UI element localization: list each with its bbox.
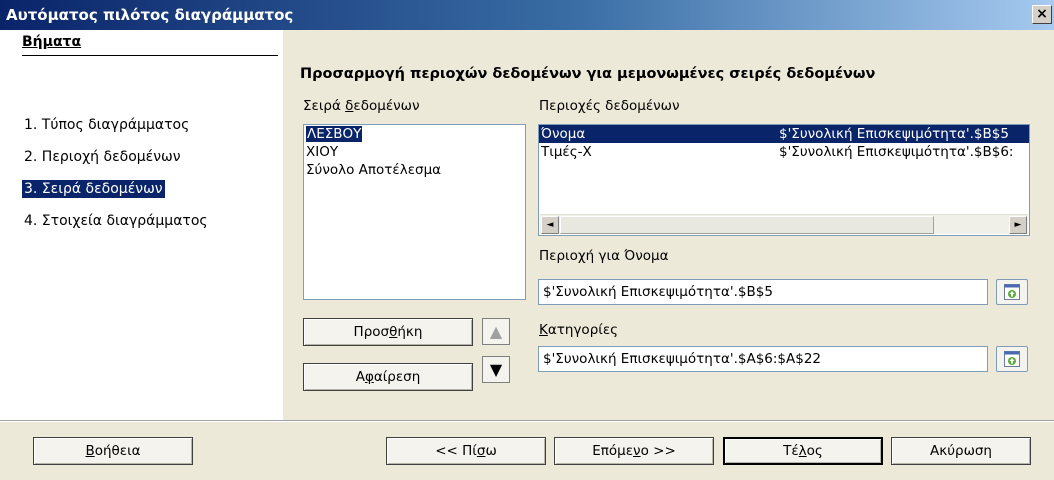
back-button[interactable]: << Πίσω bbox=[386, 437, 546, 465]
shrink-range-icon bbox=[1004, 351, 1020, 367]
next-button[interactable]: Επόμενο >> bbox=[554, 437, 714, 465]
range-for-name-input[interactable]: $'Συνολική Επισκεψιμότητα'.$B$5 bbox=[538, 279, 988, 305]
page-title: Προσαρμογή περιοχών δεδομένων για μεμονω… bbox=[300, 66, 876, 82]
data-series-label: Σειρά δεδομένων bbox=[303, 98, 420, 114]
range-value: $'Συνολική Επισκεψιμότητα'.$B$5 bbox=[779, 126, 1009, 142]
range-row[interactable]: Τιμές-Χ $'Συνολική Επισκεψιμότητα'.$B$6: bbox=[539, 143, 1029, 161]
steps-heading: Βήματα bbox=[22, 34, 82, 50]
range-row[interactable]: Όνομα $'Συνολική Επισκεψιμότητα'.$B$5 bbox=[539, 125, 1029, 143]
move-down-icon[interactable]: ▼ bbox=[482, 356, 510, 383]
series-item[interactable]: ΧΙΟΥ bbox=[304, 143, 525, 161]
horizontal-scrollbar[interactable]: ◄ ► bbox=[540, 214, 1028, 234]
range-role: Τιμές-Χ bbox=[541, 144, 592, 160]
move-up-icon[interactable]: ▲ bbox=[482, 318, 510, 345]
select-categories-range-button[interactable] bbox=[996, 346, 1028, 372]
step-data-series[interactable]: 3. Σειρά δεδομένων bbox=[22, 180, 165, 198]
steps-divider bbox=[22, 55, 278, 56]
series-item[interactable]: ΛΕΣΒΟΥ bbox=[304, 125, 525, 143]
scroll-left-icon[interactable]: ◄ bbox=[541, 216, 559, 234]
categories-label: Κατηγορίες bbox=[539, 322, 619, 338]
data-ranges-list[interactable]: Όνομα $'Συνολική Επισκεψιμότητα'.$B$5 Τι… bbox=[538, 124, 1030, 236]
step-chart-elements[interactable]: 4. Στοιχεία διαγράμματος bbox=[22, 212, 210, 230]
range-for-name-label: Περιοχή για Όνομα bbox=[539, 248, 669, 264]
step-data-range[interactable]: 2. Περιοχή δεδομένων bbox=[22, 148, 183, 166]
finish-button[interactable]: Τέλος bbox=[723, 437, 883, 465]
range-role: Όνομα bbox=[541, 126, 586, 142]
add-series-button[interactable]: Προσθήκη bbox=[303, 318, 473, 346]
title-bar: Αυτόματος πιλότος διαγράμματος × bbox=[0, 0, 1054, 30]
shrink-range-icon bbox=[1004, 284, 1020, 300]
data-ranges-label: Περιοχές δεδομένων bbox=[539, 98, 680, 114]
scroll-right-icon[interactable]: ► bbox=[1009, 216, 1027, 234]
close-button[interactable]: × bbox=[1032, 5, 1052, 24]
data-series-list[interactable]: ΛΕΣΒΟΥ ΧΙΟΥ Σύνολο Αποτέλεσμα bbox=[303, 124, 526, 300]
series-item[interactable]: Σύνολο Αποτέλεσμα bbox=[304, 161, 525, 179]
categories-input[interactable]: $'Συνολική Επισκεψιμότητα'.$A$6:$A$22 bbox=[538, 346, 988, 372]
help-button[interactable]: Βοήθεια bbox=[33, 437, 193, 465]
cancel-button[interactable]: Ακύρωση bbox=[891, 437, 1031, 465]
window-title: Αυτόματος πιλότος διαγράμματος bbox=[6, 6, 294, 24]
select-range-button[interactable] bbox=[996, 279, 1028, 305]
range-value: $'Συνολική Επισκεψιμότητα'.$B$6: bbox=[779, 144, 1014, 160]
step-chart-type[interactable]: 1. Τύπος διαγράμματος bbox=[22, 116, 191, 134]
footer-divider bbox=[0, 420, 1054, 422]
remove-series-button[interactable]: Αφαίρεση bbox=[303, 363, 473, 391]
scroll-thumb[interactable] bbox=[560, 216, 934, 234]
